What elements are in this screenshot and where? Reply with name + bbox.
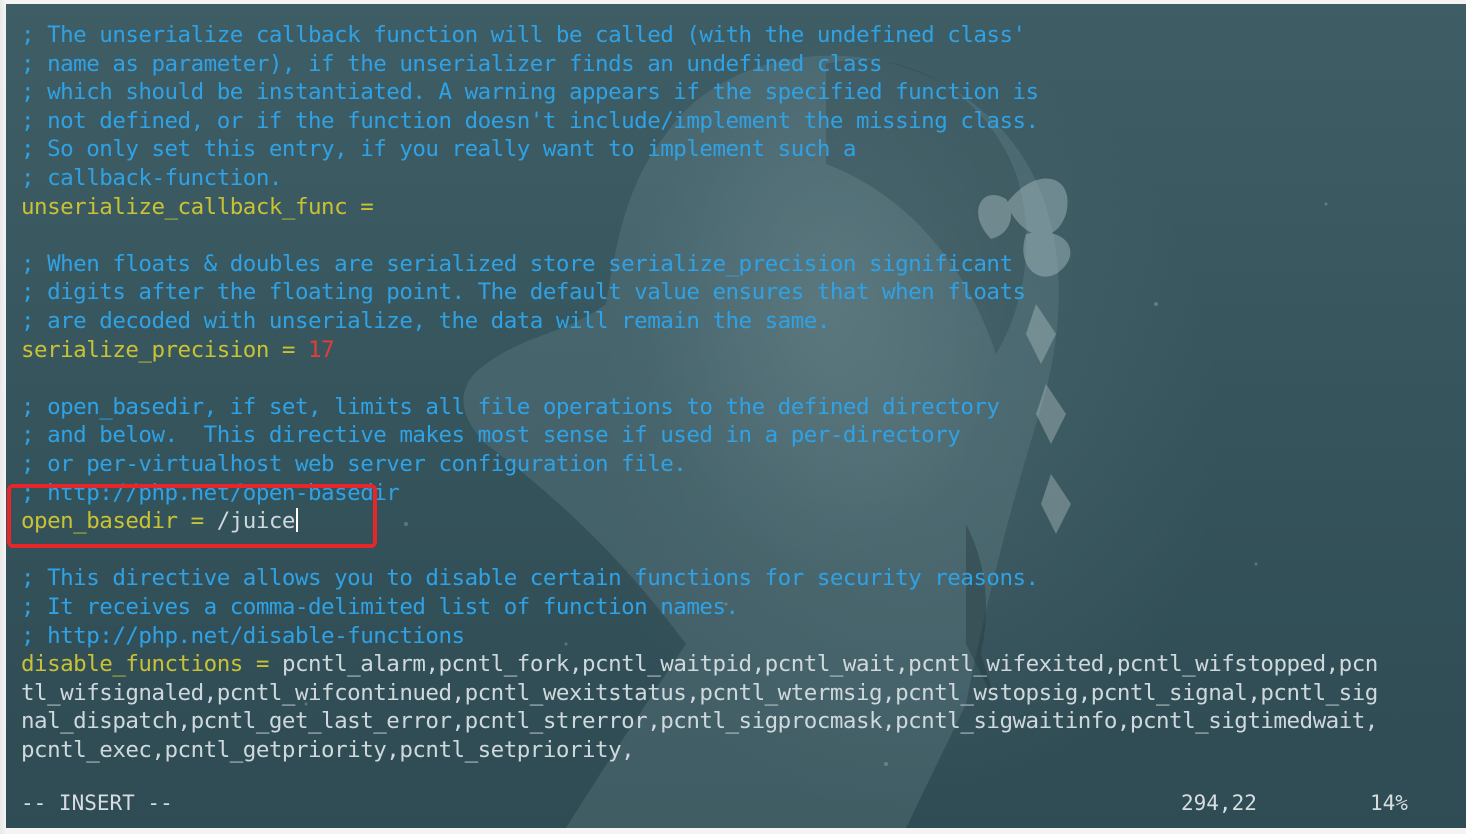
editor-line[interactable]: ; digits after the floating point. The d…	[21, 278, 1026, 307]
line-text-segment: ; and below. This directive makes most s…	[21, 422, 961, 449]
terminal-window[interactable]: ; The unserialize callback function will…	[6, 4, 1466, 828]
mode-indicator: -- INSERT --	[21, 791, 173, 815]
cursor-position: 294,22	[1181, 791, 1257, 815]
editor-line[interactable]: unserialize_callback_func =	[21, 193, 374, 222]
editor-line[interactable]: pcntl_exec,pcntl_getpriority,pcntl_setpr…	[21, 736, 635, 765]
scroll-percent: 14%	[1370, 791, 1408, 815]
editor-line[interactable]: ; which should be instantiated. A warnin…	[21, 78, 1039, 107]
line-text-segment: ; name as parameter), if the unserialize…	[21, 50, 883, 77]
editor-line[interactable]: disable_functions = pcntl_alarm,pcntl_fo…	[21, 650, 1378, 679]
editor-line[interactable]: ; When floats & doubles are serialized s…	[21, 250, 1013, 279]
line-text-segment: ; callback-function.	[21, 165, 282, 191]
editor-line[interactable]: ; callback-function.	[21, 164, 282, 193]
line-text-segment: ; digits after the floating point. The d…	[21, 279, 1026, 306]
editor-line[interactable]: tl_wifsignaled,pcntl_wifcontinued,pcntl_…	[21, 679, 1378, 708]
line-text-segment: ; When floats & doubles are serialized s…	[21, 250, 1013, 277]
editor-line[interactable]: ; or per-virtualhost web server configur…	[21, 450, 687, 479]
editor-line[interactable]: ; The unserialize callback function will…	[21, 21, 1026, 50]
editor-line[interactable]: ; are decoded with unserialize, the data…	[21, 307, 830, 336]
line-text-segment: ; not defined, or if the function doesn'…	[21, 107, 1039, 134]
line-text-segment: pcntl_alarm,pcntl_fork,pcntl_waitpid,pcn…	[281, 651, 1378, 678]
line-text-segment: tl_wifsignaled,pcntl_wifcontinued,pcntl_…	[21, 679, 1378, 706]
line-text-segment: nal_dispatch,pcntl_get_last_error,pcntl_…	[21, 708, 1378, 735]
line-text-segment: ; which should be instantiated. A warnin…	[21, 79, 1039, 106]
line-text-segment: unserialize_callback_func =	[21, 193, 374, 220]
line-text-segment: ; or per-virtualhost web server configur…	[21, 451, 687, 477]
line-text-segment: disable_functions =	[21, 651, 282, 678]
line-text-segment: ; So only set this entry, if you really …	[21, 136, 856, 163]
line-text-segment: ; This directive allows you to disable c…	[21, 565, 1039, 592]
status-bar: -- INSERT -- 294,22 14%	[6, 789, 1466, 817]
editor-line[interactable]: ; name as parameter), if the unserialize…	[21, 50, 883, 79]
editor-line[interactable]: ; http://php.net/disable-functions	[21, 622, 465, 651]
line-text-segment: ; open_basedir, if set, limits all file …	[21, 393, 1000, 420]
editor-line[interactable]: ; So only set this entry, if you really …	[21, 135, 856, 164]
line-text-segment: 17	[308, 336, 335, 363]
line-text-segment: ; The unserialize callback function will…	[21, 22, 1026, 48]
editor-line[interactable]: ; not defined, or if the function doesn'…	[21, 107, 1039, 136]
line-text-segment: ; are decoded with unserialize, the data…	[21, 308, 830, 334]
editor-line[interactable]: serialize_precision = 17	[21, 336, 335, 365]
highlight-annotation-box	[7, 484, 377, 548]
editor-line[interactable]: ; and below. This directive makes most s…	[21, 421, 961, 450]
editor-line[interactable]: ; open_basedir, if set, limits all file …	[21, 393, 1000, 422]
editor-line[interactable]: ; This directive allows you to disable c…	[21, 564, 1039, 593]
line-text-segment: ; http://php.net/disable-functions	[21, 622, 465, 649]
line-text-segment: ; It receives a comma-delimited list of …	[21, 594, 739, 620]
editor-line[interactable]: nal_dispatch,pcntl_get_last_error,pcntl_…	[21, 707, 1378, 736]
line-text-segment: serialize_precision =	[21, 336, 309, 363]
line-text-segment: pcntl_exec,pcntl_getpriority,pcntl_setpr…	[21, 737, 635, 763]
editor-line[interactable]: ; It receives a comma-delimited list of …	[21, 593, 739, 622]
